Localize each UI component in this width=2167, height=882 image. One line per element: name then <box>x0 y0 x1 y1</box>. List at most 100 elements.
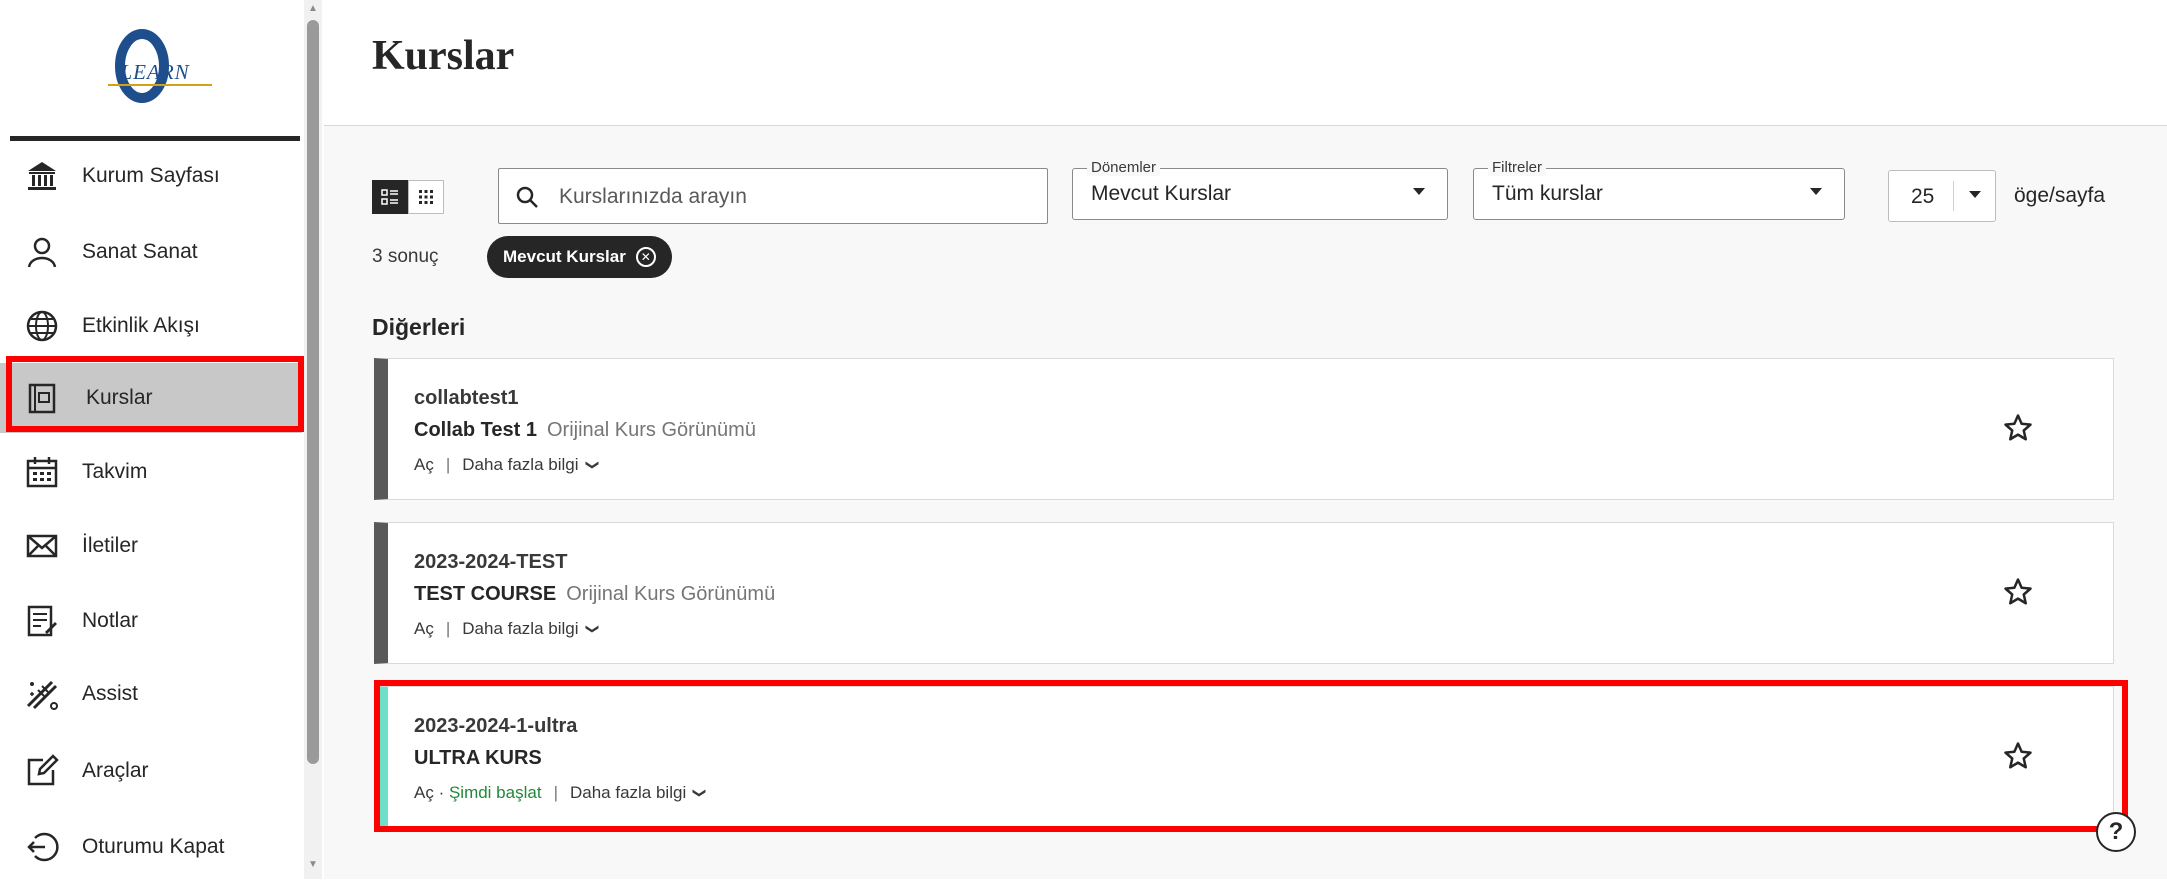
favorite-star-icon[interactable] <box>2003 741 2033 771</box>
chevron-down-icon[interactable]: ❯ <box>584 460 600 471</box>
sidebar-item-messages[interactable]: İletiler <box>0 511 302 581</box>
course-links: Aç | Daha fazla bilgi ❯ <box>414 455 600 475</box>
chevron-down-icon[interactable]: ❯ <box>692 788 708 799</box>
course-name-link[interactable]: Collab Test 1 <box>414 419 537 441</box>
chevron-down-icon <box>1413 188 1425 195</box>
institution-icon <box>22 156 62 196</box>
open-course-link[interactable]: Aç <box>414 619 434 639</box>
course-name-row: Collab Test 1 Orijinal Kurs Görünümü <box>414 419 756 442</box>
items-per-page-label: öge/sayfa <box>2014 184 2106 207</box>
sidebar-item-label: Etkinlik Akışı <box>82 314 200 337</box>
sidebar-scrollbar-thumb[interactable] <box>307 20 319 764</box>
view-toggle <box>372 180 444 214</box>
course-card[interactable]: collabtest1 Collab Test 1 Orijinal Kurs G… <box>374 358 2114 500</box>
favorite-star-icon[interactable] <box>2003 577 2033 607</box>
course-id: 2023-2024-TEST <box>414 551 568 573</box>
grid-view-button[interactable] <box>408 180 444 214</box>
sidebar-item-institution-page[interactable]: Kurum Sayfası <box>0 141 302 211</box>
chevron-down-icon <box>1810 188 1822 195</box>
logo-text: 'LEARN <box>115 60 190 84</box>
logout-icon <box>22 827 62 867</box>
sidebar-item-label: Kurum Sayfası <box>82 164 220 187</box>
link-separator: | <box>553 783 558 802</box>
grades-icon <box>22 601 62 641</box>
items-per-page-select[interactable]: 25 <box>1888 170 1996 222</box>
scroll-up-icon[interactable]: ▲ <box>304 2 322 16</box>
globe-icon <box>22 306 62 346</box>
tools-icon <box>22 751 62 791</box>
sidebar-item-tools[interactable]: Araçlar <box>0 736 302 806</box>
filters-dropdown[interactable]: Filtreler Tüm kurslar <box>1473 159 1845 220</box>
favorite-star-icon[interactable] <box>2003 413 2033 443</box>
course-card-ultra[interactable]: 2023-2024-1-ultra ULTRA KURS Aç · Şimdi … <box>374 686 2114 828</box>
search-icon <box>515 185 539 214</box>
sidebar-item-calendar[interactable]: Takvim <box>0 437 302 507</box>
scroll-down-icon[interactable]: ▼ <box>304 858 322 872</box>
help-button[interactable]: ? <box>2096 812 2136 852</box>
sidebar-item-courses[interactable]: Kurslar <box>0 363 302 433</box>
link-dot: · <box>433 783 449 802</box>
terms-value: Mevcut Kurslar <box>1091 182 1232 205</box>
items-per-page-value: 25 <box>1911 185 1935 208</box>
sidebar: 'LEARN Kurum Sayfası Sanat Sanat Etkinli… <box>0 0 304 882</box>
section-title: Diğerleri <box>372 314 466 340</box>
sidebar-item-profile[interactable]: Sanat Sanat <box>0 217 302 287</box>
page-header: Kurslar <box>324 0 2167 126</box>
remove-filter-icon[interactable]: ✕ <box>635 247 656 267</box>
sidebar-item-label: Araçlar <box>82 759 149 782</box>
list-view-icon <box>381 189 398 205</box>
search-input[interactable] <box>559 179 1029 215</box>
user-icon <box>22 232 62 272</box>
more-info-link[interactable]: Daha fazla bilgi <box>462 455 578 475</box>
sidebar-item-label: İletiler <box>82 534 139 557</box>
terms-legend: Dönemler <box>1087 159 1161 176</box>
courses-icon <box>22 378 62 418</box>
course-search <box>498 168 1048 224</box>
more-info-link[interactable]: Daha fazla bilgi <box>570 783 686 803</box>
course-name-row: ULTRA KURS <box>414 747 542 770</box>
link-separator: | <box>445 619 451 638</box>
terms-dropdown[interactable]: Dönemler Mevcut Kurslar <box>1072 159 1448 220</box>
link-separator: | <box>445 455 451 474</box>
help-icon: ? <box>2108 818 2124 845</box>
chevron-down-icon <box>1969 191 1981 198</box>
course-links: Aç · Şimdi başlat | Daha fazla bilgi ❯ <box>414 783 708 803</box>
course-card[interactable]: 2023-2024-TEST TEST COURSE Orijinal Kurs … <box>374 522 2114 664</box>
sidebar-item-label: Oturumu Kapat <box>82 835 225 858</box>
course-name-link[interactable]: TEST COURSE <box>414 583 556 605</box>
open-course-link[interactable]: Aç <box>414 783 434 803</box>
sidebar-item-label: Notlar <box>82 609 139 632</box>
assist-icon <box>22 674 62 714</box>
sidebar-item-logout[interactable]: Oturumu Kapat <box>0 812 302 882</box>
logo-underline <box>108 84 212 86</box>
more-info-link[interactable]: Daha fazla bilgi <box>462 619 578 639</box>
sidebar-item-assist[interactable]: Assist <box>0 659 302 729</box>
course-id: 2023-2024-1-ultra <box>414 715 578 737</box>
result-count: 3 sonuç <box>372 246 439 267</box>
sidebar-item-grades[interactable]: Notlar <box>0 586 302 656</box>
sidebar-item-label: Sanat Sanat <box>82 240 198 263</box>
chip-label: Mevcut Kurslar <box>503 247 626 266</box>
grid-view-icon <box>419 190 433 204</box>
main-content: Kurslar Dönemler Mevcut Kurslar Filtrele… <box>324 0 2167 879</box>
chevron-down-icon[interactable]: ❯ <box>584 624 600 635</box>
course-view-type: Orijinal Kurs Görünümü <box>566 583 776 605</box>
course-links: Aç | Daha fazla bilgi ❯ <box>414 619 600 639</box>
list-view-button[interactable] <box>372 180 408 214</box>
sidebar-item-activity-stream[interactable]: Etkinlik Akışı <box>0 291 302 361</box>
active-filter-chip[interactable]: Mevcut Kurslar ✕ <box>487 236 672 278</box>
select-divider <box>1953 181 1954 211</box>
sidebar-item-label: Takvim <box>82 460 148 483</box>
envelope-icon <box>22 526 62 566</box>
start-now-link[interactable]: Şimdi başlat <box>449 783 542 803</box>
page-title: Kurslar <box>372 33 515 79</box>
course-name-link[interactable]: ULTRA KURS <box>414 747 542 769</box>
filters-legend: Filtreler <box>1488 159 1547 176</box>
calendar-icon <box>22 452 62 492</box>
course-view-type: Orijinal Kurs Görünümü <box>547 419 756 441</box>
open-course-link[interactable]: Aç <box>414 455 434 475</box>
course-id: collabtest1 <box>414 387 519 409</box>
filters-value: Tüm kurslar <box>1492 182 1603 205</box>
course-name-row: TEST COURSE Orijinal Kurs Görünümü <box>414 583 775 606</box>
sidebar-item-label: Assist <box>82 682 139 705</box>
